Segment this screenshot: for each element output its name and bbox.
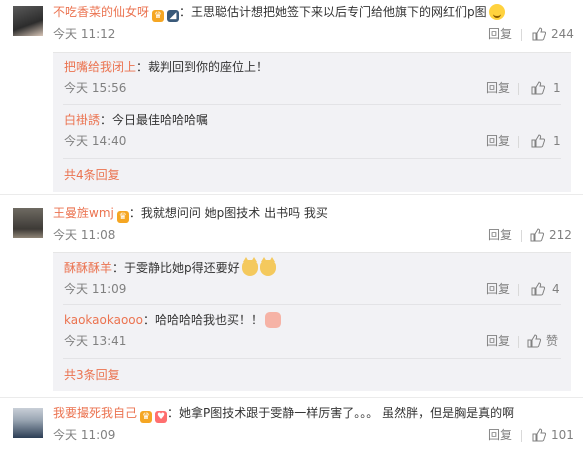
reply-body: 酥酥酥羊：于雯静比她p得还要好	[64, 257, 276, 277]
reply-button[interactable]: 回复	[486, 281, 510, 297]
avatar[interactable]	[13, 6, 43, 36]
thumbs-up-icon[interactable]	[527, 334, 541, 348]
comment-item: 我要撮死我自己 ♛ ♥ ：她拿P图技术跟于雯静一样厉害了。。。 虽然胖，但是胸是真的啊…	[0, 400, 583, 452]
like-label[interactable]: 赞	[546, 333, 558, 349]
pig-emoji-icon	[265, 312, 281, 328]
divider	[521, 29, 522, 41]
divider	[0, 397, 583, 398]
reply-time: 今天 11:09	[64, 282, 127, 296]
reply-button[interactable]: 回复	[488, 427, 512, 443]
divider	[63, 158, 561, 159]
comment-item: 不吃香菜的仙女呀 ♛ ◢ ：王思聪估计想把她签下来以后专门给他旗下的网红们p图 今天 …	[0, 0, 583, 192]
like-count: 4	[552, 282, 560, 296]
more-replies-link[interactable]: 共3条回复	[64, 367, 120, 383]
divider	[518, 336, 519, 348]
comment-body: 王曼旌wmj ♛ ：我就想问问 她p图技术 出书吗 我买	[53, 204, 328, 223]
comment-username[interactable]: 不吃香菜的仙女呀	[53, 5, 149, 19]
reply-body: 白褂誘：今日最佳哈哈哈嘱	[64, 111, 208, 129]
thumbs-up-icon[interactable]	[531, 134, 545, 148]
reply-time: 今天 14:40	[64, 134, 127, 148]
divider	[0, 194, 583, 195]
divider	[63, 304, 561, 305]
divider	[63, 104, 561, 105]
cat-emoji-icon	[241, 257, 258, 276]
thumbs-up-icon[interactable]	[531, 282, 545, 296]
avatar[interactable]	[13, 208, 43, 238]
like-count: 1	[553, 134, 561, 148]
reply-button[interactable]: 回复	[486, 133, 510, 149]
reply-button[interactable]: 回复	[488, 227, 512, 243]
vip-badge-icon: ♛	[116, 211, 129, 223]
divider	[63, 358, 561, 359]
reply-body: 把嘴给我闭上：裁判回到你的座位上！	[64, 58, 268, 76]
reply-text: ：哈哈哈哈我也买！！	[142, 313, 263, 327]
thumbs-up-icon[interactable]	[530, 228, 544, 242]
thumbs-up-icon[interactable]	[532, 428, 546, 442]
reply-username[interactable]: 酥酥酥羊	[64, 261, 112, 275]
reply-button[interactable]: 回复	[486, 80, 510, 96]
divider	[521, 430, 522, 442]
reply-text: ：于雯静比她p得还要好	[112, 261, 240, 275]
vip-badge-icon: ♛	[140, 411, 153, 423]
divider	[521, 230, 522, 242]
reply-username[interactable]: 把嘴给我闭上	[64, 60, 136, 74]
avatar[interactable]	[13, 408, 43, 438]
reply-username[interactable]: 白褂誘	[64, 113, 100, 127]
comment-text: ：我就想问问 她p图技术 出书吗 我买	[128, 206, 328, 220]
like-count: 212	[549, 228, 572, 242]
more-replies-link[interactable]: 共4条回复	[64, 167, 120, 183]
vip-badge-icon: ♛	[152, 10, 165, 22]
like-count: 1	[553, 81, 561, 95]
comment-username[interactable]: 王曼旌wmj	[53, 206, 114, 220]
comment-text: ：她拿P图技术跟于雯静一样厉害了。。。 虽然胖，但是胸是真的啊	[167, 406, 515, 420]
smile-emoji-icon	[488, 4, 505, 20]
thumbs-up-icon[interactable]	[532, 27, 546, 41]
like-count: 101	[551, 428, 574, 442]
comment-body: 不吃香菜的仙女呀 ♛ ◢ ：王思聪估计想把她签下来以后专门给他旗下的网红们p图	[53, 3, 505, 22]
reply-username[interactable]: kaokaokaooo	[64, 313, 143, 327]
thumbs-up-icon[interactable]	[531, 81, 545, 95]
reply-text: ：裁判回到你的座位上！	[136, 60, 269, 74]
divider	[518, 284, 519, 296]
like-count: 244	[551, 27, 574, 41]
divider	[518, 136, 519, 148]
divider	[518, 83, 519, 95]
comment-time: 今天 11:09	[53, 428, 116, 442]
cat-emoji-icon	[259, 257, 276, 276]
comment-time: 今天 11:08	[53, 228, 116, 242]
comment-item: 王曼旌wmj ♛ ：我就想问问 她p图技术 出书吗 我买 今天 11:08 回复 2…	[0, 200, 583, 391]
reply-body: kaokaokaooo：哈哈哈哈我也买！！	[64, 311, 281, 329]
heart-badge-icon: ♥	[155, 411, 168, 423]
member-badge-icon: ◢	[167, 10, 180, 22]
comment-body: 我要撮死我自己 ♛ ♥ ：她拿P图技术跟于雯静一样厉害了。。。 虽然胖，但是胸是真的啊	[53, 404, 514, 423]
comment-time: 今天 11:12	[53, 27, 116, 41]
reply-text: ：今日最佳哈哈哈嘱	[100, 113, 209, 127]
reply-button[interactable]: 回复	[488, 26, 512, 42]
comment-username[interactable]: 我要撮死我自己	[53, 406, 137, 420]
reply-time: 今天 15:56	[64, 81, 127, 95]
comment-text: ：王思聪估计想把她签下来以后专门给他旗下的网红们p图	[179, 5, 487, 19]
reply-time: 今天 13:41	[64, 334, 127, 348]
reply-button[interactable]: 回复	[486, 333, 510, 349]
